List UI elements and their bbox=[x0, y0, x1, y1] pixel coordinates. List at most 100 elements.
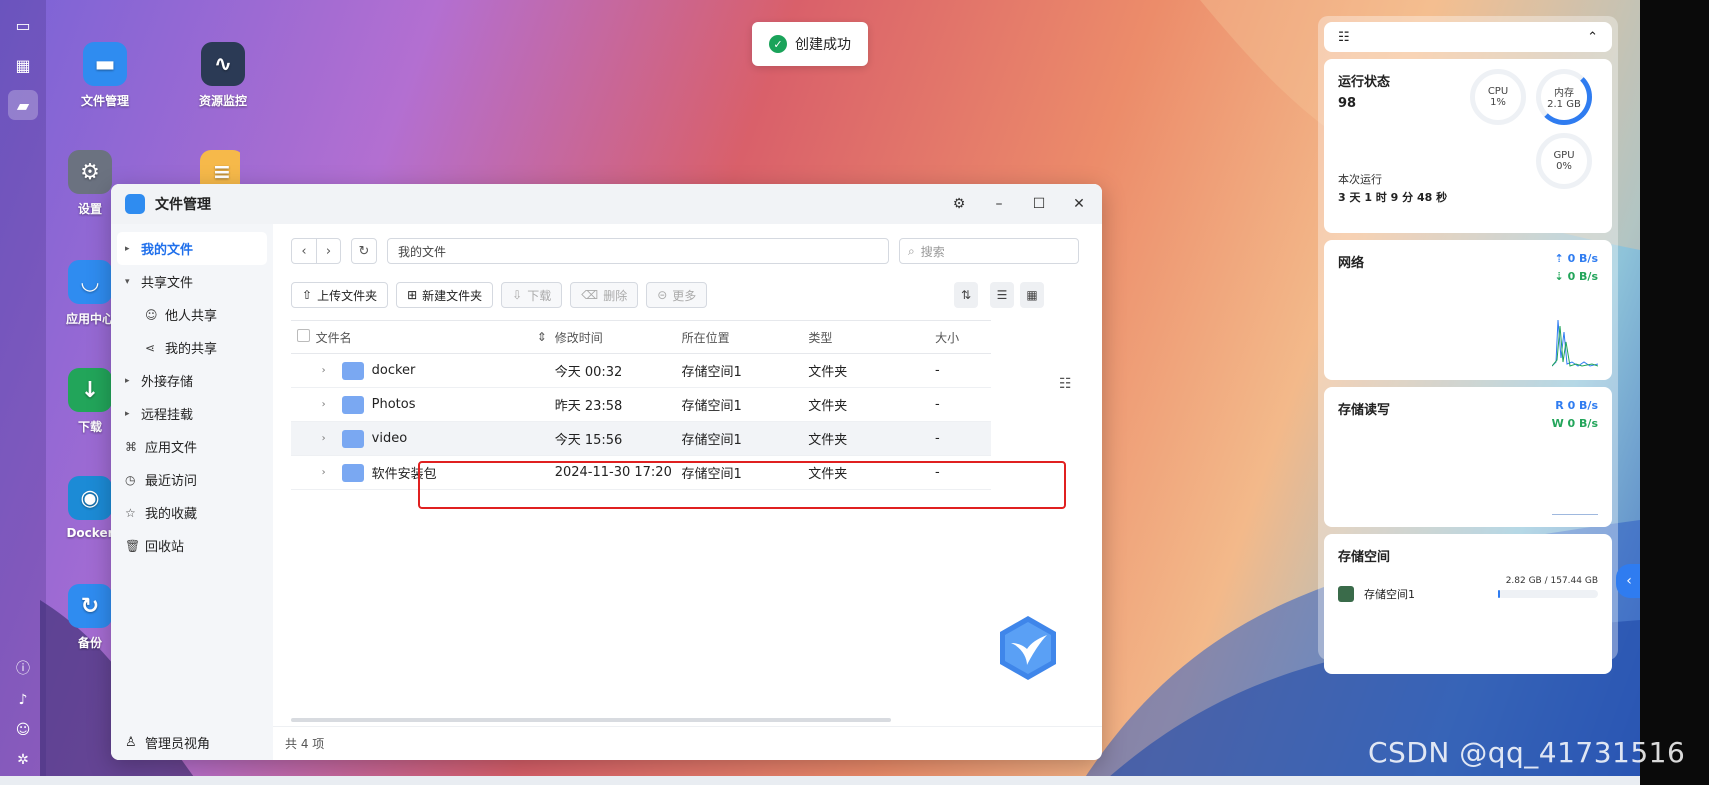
upload-folder-button[interactable]: ⇧ 上传文件夹 bbox=[291, 282, 389, 308]
desktop-icon-label: 应用中心 bbox=[65, 312, 114, 326]
table-row[interactable]: › 软件安装包 2024-11-30 17:20 存储空间1 文件夹 - bbox=[291, 456, 991, 490]
sidebar-item-app-files[interactable]: ⌘ 应用文件 bbox=[111, 430, 273, 463]
table-header: 文件名 ⇕ 修改时间 所在位置 类型 大小 bbox=[291, 320, 991, 354]
delete-button[interactable]: ⌫ 删除 bbox=[570, 282, 639, 308]
user-icon[interactable]: ☺ bbox=[16, 722, 31, 738]
sidebar: ▸ 我的文件 ▾ 共享文件 ☺ 他人共享 ⋖ 我的共享 ▸ 外接存储 ▸ 远程挂… bbox=[111, 224, 273, 760]
sidebar-item-remote-mount[interactable]: ▸ 远程挂载 bbox=[111, 397, 273, 430]
table-row[interactable]: › video 今天 15:56 存储空间1 文件夹 - bbox=[291, 422, 991, 456]
widget-toolbar: ☷ ⌃ bbox=[1324, 22, 1612, 52]
download-icon: ↓ bbox=[68, 368, 112, 412]
path-bar[interactable]: 我的文件 bbox=[387, 238, 889, 264]
write-speed: W 0 B/s bbox=[1551, 417, 1598, 430]
column-label: 文件名 bbox=[315, 330, 352, 345]
select-all-checkbox[interactable] bbox=[291, 329, 316, 345]
new-folder-icon: ⊞ bbox=[407, 288, 418, 302]
expand-icon[interactable]: › bbox=[322, 467, 334, 478]
sidebar-item-label: 我的共享 bbox=[165, 342, 218, 357]
download-speed-value: 0 B/s bbox=[1567, 270, 1598, 283]
caret-down-icon: ▾ bbox=[125, 276, 130, 287]
close-button[interactable]: ✕ bbox=[1070, 196, 1088, 212]
new-folder-button[interactable]: ⊞ 新建文件夹 bbox=[396, 282, 494, 308]
chevron-left-icon[interactable]: ‹ bbox=[1616, 564, 1642, 598]
file-type: 文件夹 bbox=[808, 467, 848, 482]
desktop-icon[interactable]: ▭ bbox=[8, 10, 38, 40]
desktop-icon-label: 文件管理 bbox=[80, 94, 129, 108]
column-name[interactable]: 文件名 ⇕ bbox=[316, 329, 555, 346]
column-modified[interactable]: 修改时间 bbox=[555, 329, 682, 346]
grid-view-icon[interactable]: ▦ bbox=[1020, 282, 1044, 308]
file-type: 文件夹 bbox=[808, 399, 848, 414]
upload-label: 上传文件夹 bbox=[317, 288, 378, 303]
gpu-gauge: GPU 0% bbox=[1536, 133, 1592, 189]
maximize-button[interactable]: ☐ bbox=[1030, 196, 1048, 212]
desktop-icon-label: 下载 bbox=[77, 420, 102, 434]
folder-icon bbox=[341, 361, 364, 380]
table-row[interactable]: › docker 今天 00:32 存储空间1 文件夹 - bbox=[291, 354, 991, 388]
file-name: docker bbox=[371, 363, 416, 378]
bird-mascot-icon bbox=[992, 612, 1064, 684]
admin-view-toggle[interactable]: ♙ 管理员视角 bbox=[111, 724, 273, 760]
sidebar-item-label: 外接存储 bbox=[141, 375, 194, 390]
upload-speed: ⇡ 0 B/s bbox=[1554, 252, 1598, 265]
sidebar-item-external-storage[interactable]: ▸ 外接存储 bbox=[111, 364, 273, 397]
folder-icon bbox=[341, 429, 364, 448]
status-footer: 共 4 项 bbox=[273, 726, 1102, 760]
table-row[interactable]: › Photos 昨天 23:58 存储空间1 文件夹 - bbox=[291, 388, 991, 422]
expand-icon[interactable]: › bbox=[322, 433, 334, 444]
folder-icon: ▬ bbox=[83, 42, 127, 86]
desktop-icon-label: 设置 bbox=[77, 202, 102, 216]
sidebar-item-trash[interactable]: 🗑 回收站 bbox=[111, 529, 273, 562]
desktop-file-manager[interactable]: ▬ 文件管理 bbox=[60, 42, 150, 109]
upload-icon: ⇧ bbox=[302, 288, 313, 302]
gear-icon[interactable]: ✲ bbox=[17, 752, 29, 768]
sidebar-item-shared[interactable]: ▾ 共享文件 bbox=[111, 265, 273, 298]
more-button[interactable]: ⊝ 更多 bbox=[646, 282, 708, 308]
storage-volume-name: 存储空间1 bbox=[1364, 588, 1415, 601]
desktop-resource-monitor[interactable]: ∿ 资源监控 bbox=[178, 42, 268, 109]
sidebar-item-my-shares[interactable]: ⋖ 我的共享 bbox=[111, 331, 273, 364]
column-location[interactable]: 所在位置 bbox=[682, 329, 809, 346]
sidebar-item-recent[interactable]: ◷ 最近访问 bbox=[111, 463, 273, 496]
collapse-up-icon[interactable]: ⌃ bbox=[1587, 30, 1598, 45]
search-icon: ⌕ bbox=[908, 243, 915, 258]
column-type[interactable]: 类型 bbox=[808, 329, 935, 346]
download-button[interactable]: ⇩ 下载 bbox=[501, 282, 563, 308]
column-size[interactable]: 大小 bbox=[935, 329, 991, 346]
info-icon[interactable]: ⓘ bbox=[16, 658, 30, 678]
expand-icon[interactable]: › bbox=[322, 399, 334, 410]
back-button[interactable]: ‹ bbox=[292, 239, 316, 263]
sidebar-item-label: 他人共享 bbox=[165, 309, 218, 324]
app-grid-icon[interactable]: ▦ bbox=[8, 50, 38, 80]
widget-panel: ☷ ⌃ 运行状态 98 CPU 1% 内存 2.1 GB GPU 0% 本次运行… bbox=[1318, 16, 1618, 674]
search-input[interactable]: ⌕ 搜索 bbox=[899, 238, 1079, 264]
sidebar-item-my-files[interactable]: ▸ 我的文件 bbox=[117, 232, 267, 265]
sort-icon[interactable]: ⇅ bbox=[954, 282, 978, 308]
expand-icon[interactable]: › bbox=[322, 365, 334, 376]
window-titlebar[interactable]: 文件管理 ⚙ – ☐ ✕ bbox=[111, 184, 1102, 224]
file-type: 文件夹 bbox=[808, 433, 848, 448]
success-toast: ✓ 创建成功 bbox=[752, 22, 868, 66]
list-view-icon[interactable]: ☰ bbox=[990, 282, 1014, 308]
disk-io-widget: 存储读写 R 0 B/s W 0 B/s bbox=[1324, 387, 1612, 527]
settings-icon[interactable]: ⚙ bbox=[950, 196, 968, 212]
widget-settings-icon[interactable]: ☷ bbox=[1338, 30, 1350, 45]
storage-usage-bar bbox=[1498, 590, 1598, 598]
file-name: Photos bbox=[371, 397, 416, 412]
bell-icon[interactable]: ♪ bbox=[19, 692, 28, 708]
caret-right-icon: ▸ bbox=[125, 408, 130, 419]
sidebar-item-shared-with-me[interactable]: ☺ 他人共享 bbox=[111, 298, 273, 331]
storage-widget: 存储空间 存储空间1 2.82 GB / 157.44 GB bbox=[1324, 534, 1612, 674]
horizontal-scrollbar[interactable] bbox=[291, 718, 891, 722]
storage-volume[interactable]: 存储空间1 bbox=[1338, 586, 1415, 602]
file-manager-dock-icon[interactable]: ▰ bbox=[8, 90, 38, 120]
cpu-value: 1% bbox=[1490, 97, 1506, 108]
forward-button[interactable]: › bbox=[316, 239, 340, 263]
refresh-button[interactable]: ↻ bbox=[351, 238, 377, 264]
toast-text: 创建成功 bbox=[795, 37, 851, 53]
memory-gauge: 内存 2.1 GB bbox=[1536, 69, 1592, 125]
minimize-button[interactable]: – bbox=[990, 196, 1008, 212]
sidebar-item-favorites[interactable]: ☆ 我的收藏 bbox=[111, 496, 273, 529]
status-widget: 运行状态 98 CPU 1% 内存 2.1 GB GPU 0% 本次运行 3 天… bbox=[1324, 59, 1612, 233]
column-settings-icon[interactable]: ☷ bbox=[1059, 376, 1072, 392]
